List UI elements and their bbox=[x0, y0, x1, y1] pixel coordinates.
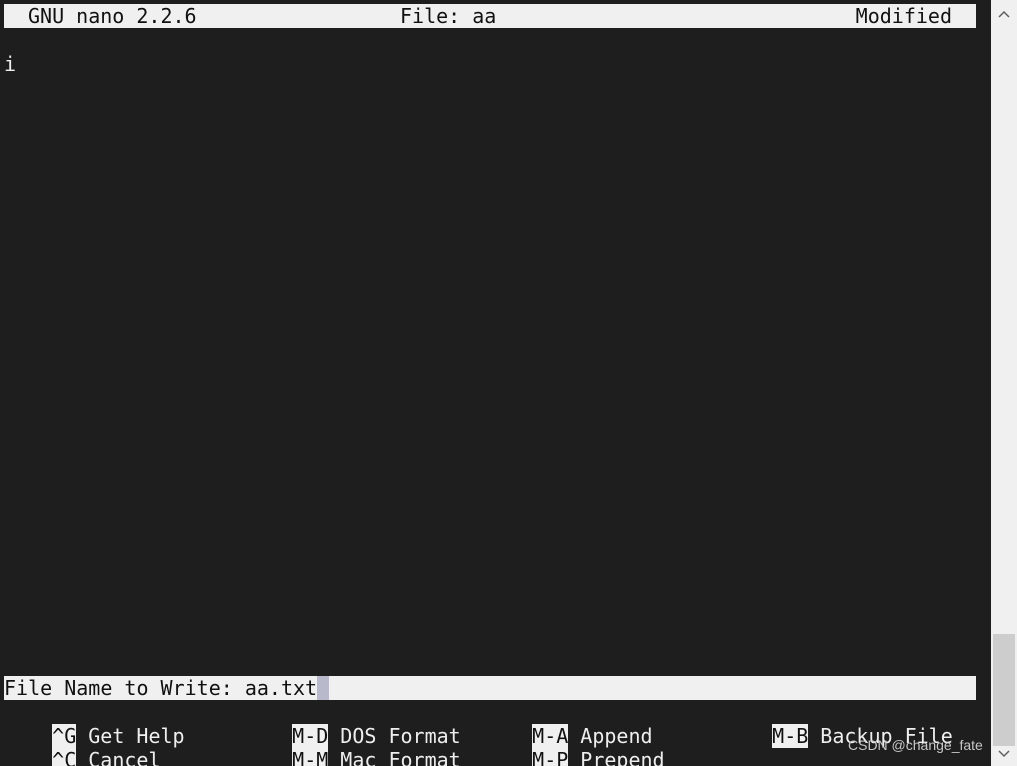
shortcut-key: ^C bbox=[52, 748, 77, 766]
save-prompt-bar[interactable]: File Name to Write: aa.txt bbox=[4, 676, 976, 700]
modified-status: Modified bbox=[855, 4, 952, 28]
filename-input[interactable]: aa.txt bbox=[245, 676, 317, 700]
text-cursor bbox=[317, 676, 330, 700]
chevron-down-icon[interactable] bbox=[991, 744, 1017, 764]
title-bar: GNU nano 2.2.6 File: aa Modified bbox=[4, 4, 976, 28]
shortcut-label: Prepend bbox=[580, 748, 665, 766]
shortcut-label: Cancel bbox=[88, 748, 161, 766]
shortcut-dos-format[interactable]: M-D DOS Format bbox=[244, 700, 461, 748]
terminal-window[interactable]: GNU nano 2.2.6 File: aa Modified i File … bbox=[0, 0, 991, 766]
shortcut-prepend[interactable]: M-P Prepend bbox=[484, 724, 665, 766]
file-name-title: File: aa bbox=[400, 4, 497, 28]
watermark: CSDN @change_fate bbox=[848, 737, 983, 753]
nano-version: GNU nano 2.2.6 bbox=[28, 4, 197, 28]
editor-line[interactable]: i bbox=[4, 52, 16, 76]
shortcut-append[interactable]: M-A Append bbox=[484, 700, 653, 748]
shortcut-key: M-B bbox=[772, 724, 809, 748]
chevron-up-icon[interactable] bbox=[991, 4, 1017, 24]
shortcut-get-help[interactable]: ^G Get Help bbox=[4, 700, 185, 748]
vertical-scrollbar[interactable] bbox=[991, 0, 1017, 766]
scrollbar-thumb[interactable] bbox=[993, 634, 1015, 746]
shortcut-cancel[interactable]: ^C Cancel bbox=[4, 724, 161, 766]
shortcut-key: M-P bbox=[532, 748, 569, 766]
shortcut-backup-file[interactable]: M-B Backup File bbox=[724, 700, 953, 748]
shortcut-key: M-M bbox=[292, 748, 329, 766]
shortcut-label: Mac Format bbox=[340, 748, 461, 766]
shortcut-mac-format[interactable]: M-M Mac Format bbox=[244, 724, 461, 766]
prompt-label: File Name to Write: bbox=[4, 676, 245, 700]
